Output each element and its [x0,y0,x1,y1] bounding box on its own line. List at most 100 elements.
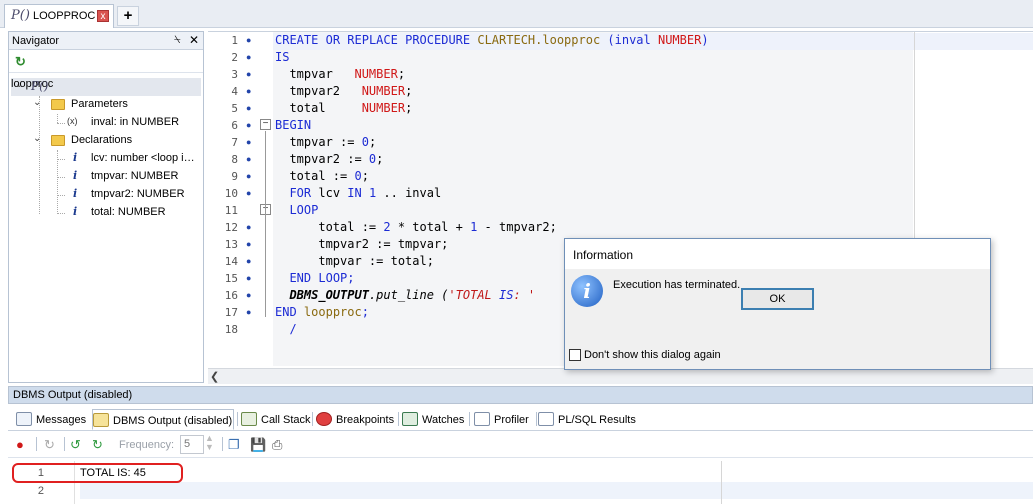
frequency-input[interactable]: 5 [180,435,204,454]
bookmark-dot-icon[interactable]: ● [246,273,251,283]
bookmark-dot-icon[interactable]: ● [246,120,251,130]
procedure-icon: P() [11,8,30,23]
tab-label: Call Stack [261,414,311,426]
bookmark-dot-icon[interactable]: ● [246,256,251,266]
code-line: tmpvar NUMBER; [275,67,406,81]
tab-dbms-output[interactable]: DBMS Output (disabled) [92,409,234,430]
dialog-footer: Don't show this dialog again [565,332,990,369]
chevron-down-icon[interactable]: ⌄ [33,97,41,108]
tree-item-tmpvar2[interactable]: i tmpvar2: NUMBER [49,186,201,204]
tree-item-tmpvar[interactable]: i tmpvar: NUMBER [49,168,201,186]
tab-profiler[interactable]: Profiler [474,409,536,430]
frequency-spinner[interactable]: ▲ ▼ [205,434,214,452]
results-icon [538,412,554,426]
line-number: 3 [231,68,238,81]
line-number: 7 [231,136,238,149]
bookmark-dot-icon[interactable]: ● [246,52,251,62]
dbms-output-icon [93,413,109,427]
document-tab-loopproc[interactable]: P() LOOPPROC x [4,4,114,28]
tree-item-inval[interactable]: (x) inval: in NUMBER [49,114,201,132]
tab-call-stack[interactable]: Call Stack [241,409,311,430]
refresh-icon[interactable]: ↻ [15,54,26,70]
variable-icon: i [73,169,78,182]
pin-icon[interactable]: ⍀ [174,34,181,47]
dont-show-again-label[interactable]: Don't show this dialog again [584,349,721,361]
code-line: CREATE OR REPLACE PROCEDURE CLARTECH.loo… [275,33,709,47]
tab-label: DBMS Output (disabled) [113,415,233,427]
navigator-toolbar: ↻ [9,51,203,73]
scroll-left-icon[interactable]: ❮ [210,370,219,383]
folder-icon [51,135,65,146]
code-line: tmpvar2 := 0; [275,152,384,166]
dont-show-again-checkbox[interactable] [569,349,581,361]
fold-collapse-icon[interactable]: − [260,119,271,130]
bookmark-dot-icon[interactable]: ● [246,222,251,232]
tree-item-loopproc[interactable]: ⌄ P() loopproc [11,78,201,96]
auto-refresh-icon[interactable]: ↻ [92,437,103,453]
code-line: total := 0; [275,169,369,183]
dialog-title: Information [573,248,634,262]
code-line: tmpvar := total; [275,254,434,268]
print-icon[interactable]: ⎙ [272,437,282,453]
tree-guide [57,195,65,196]
bookmark-dot-icon[interactable]: ● [246,290,251,300]
tree-item-parameters[interactable]: ⌄ Parameters [31,96,201,114]
line-number: 16 [224,289,238,302]
tree-item-declarations[interactable]: ⌄ Declarations [31,132,201,150]
tab-messages[interactable]: Messages [16,409,94,430]
tree-item-label: Declarations [71,134,133,146]
bookmark-dot-icon[interactable]: ● [246,103,251,113]
tree-item-label: tmpvar: NUMBER [91,170,179,182]
line-number: 6 [231,119,238,132]
chevron-down-icon[interactable]: ⌄ [15,79,23,90]
procedure-icon: P() [31,79,49,93]
information-icon: i [571,275,603,307]
new-tab-button[interactable]: + [117,6,139,26]
code-line: tmpvar2 := tmpvar; [275,237,449,251]
line-number: 14 [224,255,238,268]
information-dialog: Information i Execution has terminated. … [564,238,991,370]
messages-icon [16,412,32,426]
bookmark-dot-icon[interactable]: ● [246,239,251,249]
code-line: END LOOP; [289,271,355,285]
horizontal-scrollbar[interactable]: ❮ [208,368,1033,384]
code-line-text: CREATE OR REPLACE PROCEDURE CLARTECH.loo… [275,33,709,47]
tree-item-total[interactable]: i total: NUMBER [49,204,201,222]
auto-refresh-icon[interactable]: ↺ [70,437,81,453]
tree-guide [57,177,65,178]
bookmark-dot-icon[interactable]: ● [246,86,251,96]
tree-guide [57,213,65,214]
record-icon[interactable]: ● [16,437,24,452]
tab-label: Breakpoints [336,414,395,426]
bookmark-dot-icon[interactable]: ● [246,188,251,198]
dbms-output-area[interactable]: 1 2 TOTAL IS: 45 [8,461,1033,504]
bookmark-dot-icon[interactable]: ● [246,171,251,181]
fold-guide [265,131,266,317]
tab-label: Messages [36,414,87,426]
tab-plsql-results[interactable]: PL/SQL Results [538,409,638,430]
code-line: BEGIN [275,118,312,132]
save-icon[interactable]: 💾 [250,437,266,453]
chevron-down-icon[interactable]: ⌄ [33,133,41,144]
frequency-label: Frequency: [119,439,175,451]
bookmark-dot-icon[interactable]: ● [246,69,251,79]
tree-item-label: tmpvar2: NUMBER [91,188,185,200]
bookmark-dot-icon[interactable]: ● [246,307,251,317]
close-tab-icon[interactable]: x [97,10,109,22]
bookmark-dot-icon[interactable]: ● [246,154,251,164]
close-icon[interactable]: ✕ [189,33,199,47]
code-line: tmpvar2 NUMBER; [275,84,413,98]
profiler-icon [474,412,490,426]
output-highlight-annotation [12,463,183,483]
ok-button[interactable]: OK [741,288,814,310]
refresh-icon[interactable]: ↻ [44,437,55,453]
copy-icon[interactable]: ❐ [228,437,240,453]
bookmark-dot-icon[interactable]: ● [246,137,251,147]
dialog-title-bar[interactable]: Information [565,239,990,269]
tab-watches[interactable]: Watches [402,409,466,430]
tree-item-label: inval: in NUMBER [91,116,180,128]
tree-item-lcv[interactable]: i lcv: number <loop i… [49,150,201,168]
code-line: END loopproc; [275,305,369,319]
tab-breakpoints[interactable]: Breakpoints [316,409,396,430]
bookmark-dot-icon[interactable]: ● [246,35,251,45]
